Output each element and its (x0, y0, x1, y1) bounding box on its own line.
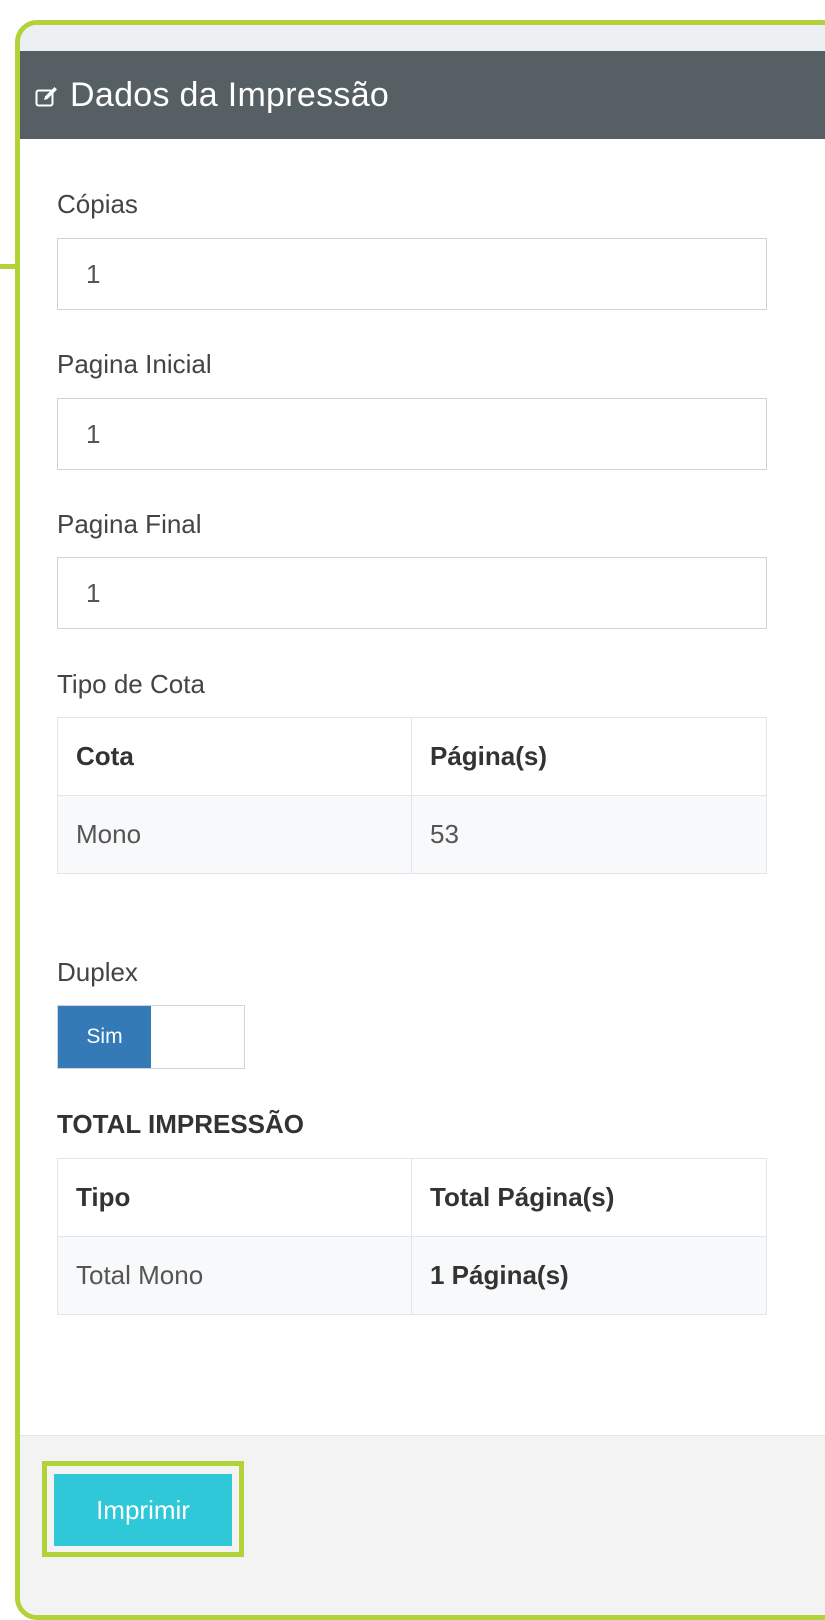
copies-label: Cópias (57, 189, 138, 219)
total-header-pages: Total Página(s) (411, 1158, 767, 1237)
panel-title: Dados da Impressão (70, 75, 390, 114)
quota-header-pages: Página(s) (411, 717, 767, 796)
total-cell-type: Total Mono (57, 1236, 412, 1315)
table-row: Mono 53 (57, 795, 767, 874)
duplex-toggle-on: Sim (58, 1006, 151, 1068)
end-page-label: Pagina Final (57, 509, 202, 539)
total-header-row: Tipo Total Página(s) (57, 1158, 767, 1237)
duplex-label: Duplex (57, 957, 138, 987)
total-cell-pages: 1 Página(s) (411, 1236, 767, 1315)
start-page-value: 1 (86, 418, 101, 449)
panel-header: Dados da Impressão (20, 51, 825, 139)
start-page-label: Pagina Inicial (57, 349, 212, 379)
quota-type-label: Tipo de Cota (57, 669, 205, 699)
quota-cell-pages: 53 (411, 795, 767, 874)
copies-input[interactable]: 1 (57, 238, 767, 310)
start-page-input[interactable]: 1 (57, 398, 767, 470)
copies-value: 1 (86, 258, 101, 289)
end-page-value: 1 (86, 577, 101, 608)
table-row: Total Mono 1 Página(s) (57, 1236, 767, 1315)
quota-header-row: Cota Página(s) (57, 717, 767, 796)
end-page-input[interactable]: 1 (57, 557, 767, 629)
print-button[interactable]: Imprimir (54, 1474, 232, 1546)
edit-icon (34, 84, 60, 110)
total-heading: TOTAL IMPRESSÃO (57, 1109, 305, 1139)
print-data-panel: Dados da Impressão Cópias 1 Pagina Inici… (15, 20, 825, 1620)
duplex-toggle[interactable]: Sim (57, 1005, 245, 1069)
quota-table: Cota Página(s) Mono 53 (57, 717, 767, 874)
total-table: Tipo Total Página(s) Total Mono 1 Página… (57, 1158, 767, 1315)
quota-header-cota: Cota (57, 717, 412, 796)
total-header-type: Tipo (57, 1158, 412, 1237)
panel-top-strip (20, 25, 825, 51)
quota-cell-type: Mono (57, 795, 412, 874)
